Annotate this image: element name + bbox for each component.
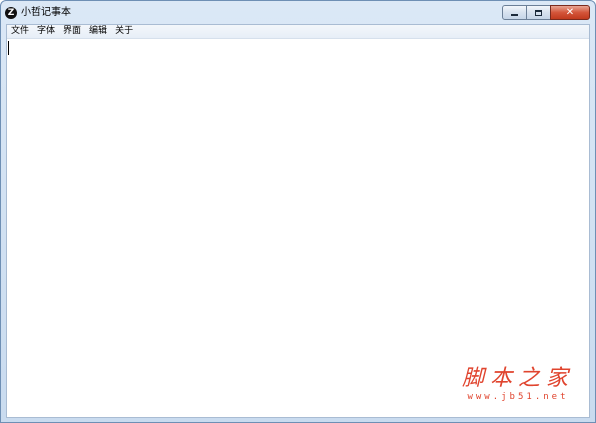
app-z-icon[interactable]: Z bbox=[5, 7, 17, 19]
close-icon: ✕ bbox=[565, 7, 575, 18]
menu-font[interactable]: 字体 bbox=[33, 25, 59, 38]
client-area: 文件 字体 界面 编辑 关于 bbox=[6, 24, 590, 418]
minimize-button[interactable] bbox=[502, 5, 527, 20]
menu-about[interactable]: 关于 bbox=[111, 25, 137, 38]
maximize-button[interactable] bbox=[526, 5, 551, 20]
app-window: Z 小哲记事本 ✕ 文件 字体 界面 编辑 关于 bbox=[0, 0, 596, 423]
window-controls: ✕ bbox=[502, 5, 590, 20]
title-bar[interactable]: Z 小哲记事本 ✕ bbox=[1, 1, 595, 25]
menu-edit[interactable]: 编辑 bbox=[85, 25, 111, 38]
watermark-text: 脚本之家 bbox=[461, 366, 574, 391]
text-caret bbox=[8, 41, 9, 55]
window-title: 小哲记事本 bbox=[21, 7, 71, 18]
maximize-icon bbox=[535, 9, 542, 16]
watermark-url: www.jb51.net bbox=[467, 392, 569, 402]
menu-bar: 文件 字体 界面 编辑 关于 bbox=[7, 25, 589, 39]
text-editor[interactable] bbox=[7, 39, 589, 417]
minimize-icon bbox=[511, 14, 518, 16]
menu-file[interactable]: 文件 bbox=[7, 25, 33, 38]
menu-interface[interactable]: 界面 bbox=[59, 25, 85, 38]
watermark: 脚本之家 www.jb51.net bbox=[462, 367, 574, 403]
close-button[interactable]: ✕ bbox=[550, 5, 590, 20]
